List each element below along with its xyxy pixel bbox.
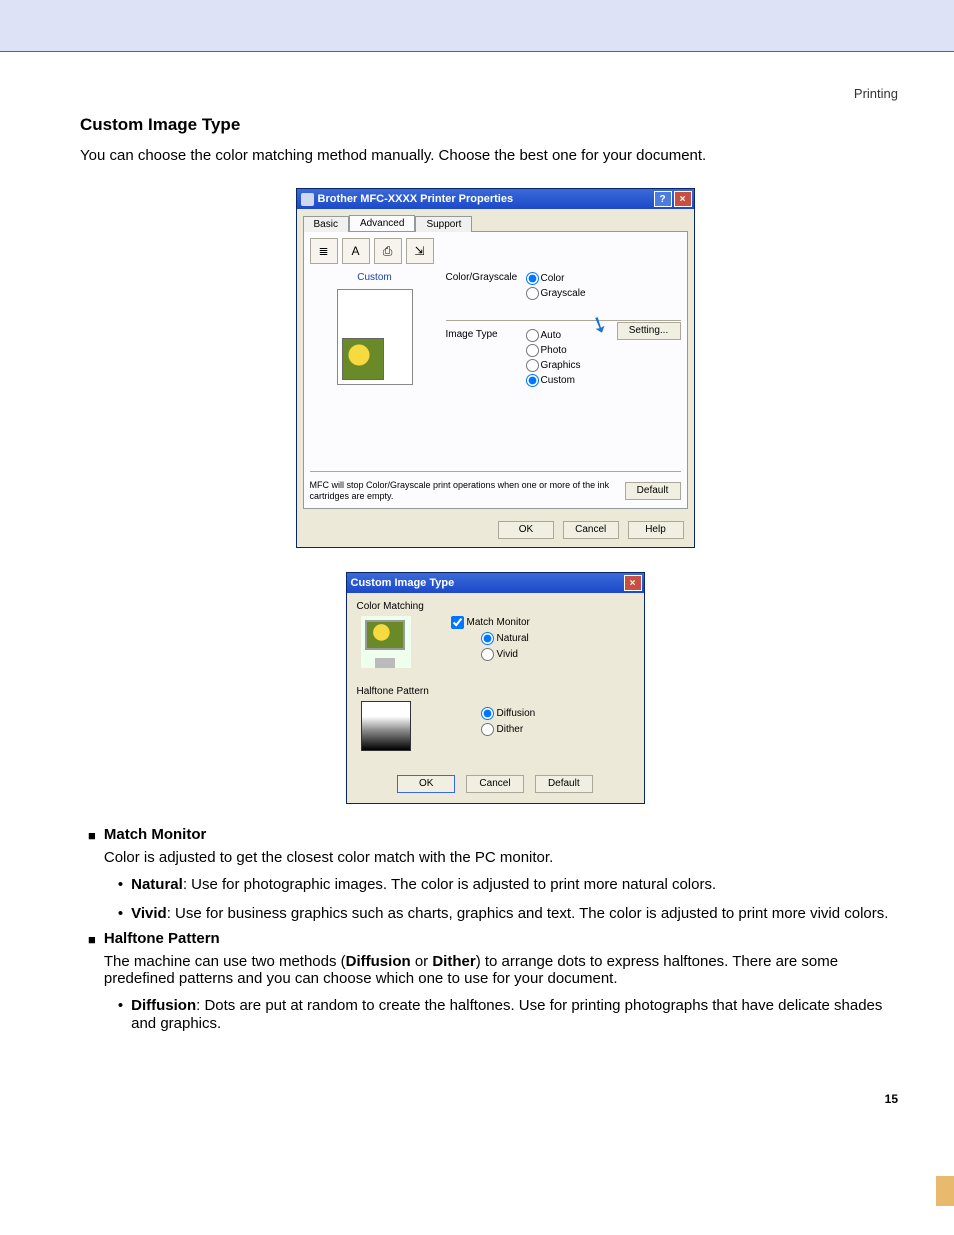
tabs-row: BasicAdvancedSupport <box>297 209 694 231</box>
radio-graphics-label: Graphics <box>541 360 581 371</box>
printer-properties-dialog: Brother MFC-XXXX Printer Properties ? × … <box>296 188 695 548</box>
color-grayscale-label: Color/Grayscale <box>446 272 526 283</box>
radio-custom[interactable]: Custom <box>526 374 581 387</box>
bullet-icon: • <box>118 905 123 924</box>
preview-box <box>337 289 413 385</box>
radio-natural-label: Natural <box>497 633 529 644</box>
natural-bullet: Natural: Use for photographic images. Th… <box>131 876 910 895</box>
vivid-bullet: Vivid: Use for business graphics such as… <box>131 905 910 924</box>
match-monitor-desc: Color is adjusted to get the closest col… <box>104 849 910 866</box>
scaling-icon[interactable]: ⇲ <box>406 238 434 264</box>
radio-auto-label: Auto <box>541 330 562 341</box>
radio-color[interactable]: Color <box>526 272 586 285</box>
radio-auto[interactable]: Auto <box>526 329 581 342</box>
color-matching-label: Color Matching <box>357 601 634 612</box>
radio-photo-label: Photo <box>541 345 567 356</box>
halftone-icon <box>361 701 411 751</box>
page-title: Custom Image Type <box>80 115 910 135</box>
setting-button[interactable]: Setting... <box>617 322 681 340</box>
match-monitor-label: Match Monitor <box>467 617 530 628</box>
dialog-title: Brother MFC-XXXX Printer Properties <box>318 193 652 205</box>
cartridge-note: MFC will stop Color/Grayscale print oper… <box>310 480 617 502</box>
preview-label: Custom <box>310 272 440 283</box>
top-band <box>0 0 954 52</box>
app-icon <box>301 193 314 206</box>
radio-diffusion[interactable]: Diffusion <box>481 707 536 720</box>
tab-basic[interactable]: Basic <box>303 216 349 232</box>
halftone-pattern-heading: Halftone Pattern <box>104 930 910 947</box>
radio-natural[interactable]: Natural <box>481 632 530 645</box>
diffusion-bullet: Diffusion: Dots are put at random to cre… <box>131 997 910 1035</box>
preview-thumb <box>342 338 384 380</box>
radio-diffusion-label: Diffusion <box>497 708 536 719</box>
square-bullet-icon: ■ <box>88 828 96 924</box>
help-button[interactable]: Help <box>628 521 684 539</box>
dialog2-title: Custom Image Type <box>351 577 622 589</box>
radio-vivid[interactable]: Vivid <box>481 648 530 661</box>
page-tab-marker <box>936 1176 954 1206</box>
page-icon[interactable]: ⎙ <box>374 238 402 264</box>
radio-grayscale[interactable]: Grayscale <box>526 287 586 300</box>
radio-dither-label: Dither <box>497 724 524 735</box>
close-icon[interactable]: × <box>674 191 692 207</box>
radio-graphics[interactable]: Graphics <box>526 359 581 372</box>
dialog-titlebar: Brother MFC-XXXX Printer Properties ? × <box>297 189 694 209</box>
quality-icon[interactable]: ≣ <box>310 238 338 264</box>
image-type-label: Image Type <box>446 329 526 340</box>
radio-photo[interactable]: Photo <box>526 344 581 357</box>
radio-grayscale-label: Grayscale <box>541 288 586 299</box>
bullet-icon: • <box>118 997 123 1035</box>
radio-custom-label: Custom <box>541 375 575 386</box>
page-number: 15 <box>0 1034 954 1106</box>
halftone-pattern-label: Halftone Pattern <box>357 686 634 697</box>
ok-button[interactable]: OK <box>397 775 455 793</box>
breadcrumb: Printing <box>0 52 954 101</box>
radio-dither[interactable]: Dither <box>481 723 536 736</box>
bullet-icon: • <box>118 876 123 895</box>
match-monitor-heading: Match Monitor <box>104 826 910 843</box>
radio-color-label: Color <box>541 273 565 284</box>
tab-advanced[interactable]: Advanced <box>349 215 415 231</box>
default-button[interactable]: Default <box>535 775 593 793</box>
intro-text: You can choose the color matching method… <box>80 147 910 164</box>
cancel-button[interactable]: Cancel <box>466 775 524 793</box>
help-icon[interactable]: ? <box>654 191 672 207</box>
default-button[interactable]: Default <box>625 482 681 500</box>
tab-support[interactable]: Support <box>415 216 472 232</box>
close-icon[interactable]: × <box>624 575 642 591</box>
radio-vivid-label: Vivid <box>497 649 519 660</box>
toolbar: ≣ A ⎙ ⇲ <box>310 238 681 264</box>
square-bullet-icon: ■ <box>88 932 96 1035</box>
monitor-icon <box>361 616 411 668</box>
cancel-button[interactable]: Cancel <box>563 521 619 539</box>
halftone-pattern-desc: The machine can use two methods (Diffusi… <box>104 953 910 987</box>
tab-panel: ≣ A ⎙ ⇲ Custom Color/Grayscale Color <box>303 231 688 509</box>
custom-image-type-dialog: Custom Image Type × Color Matching Match… <box>346 572 645 804</box>
dialog2-titlebar: Custom Image Type × <box>347 573 644 593</box>
ok-button[interactable]: OK <box>498 521 554 539</box>
color-icon[interactable]: A <box>342 238 370 264</box>
match-monitor-checkbox[interactable]: Match Monitor <box>451 616 530 629</box>
